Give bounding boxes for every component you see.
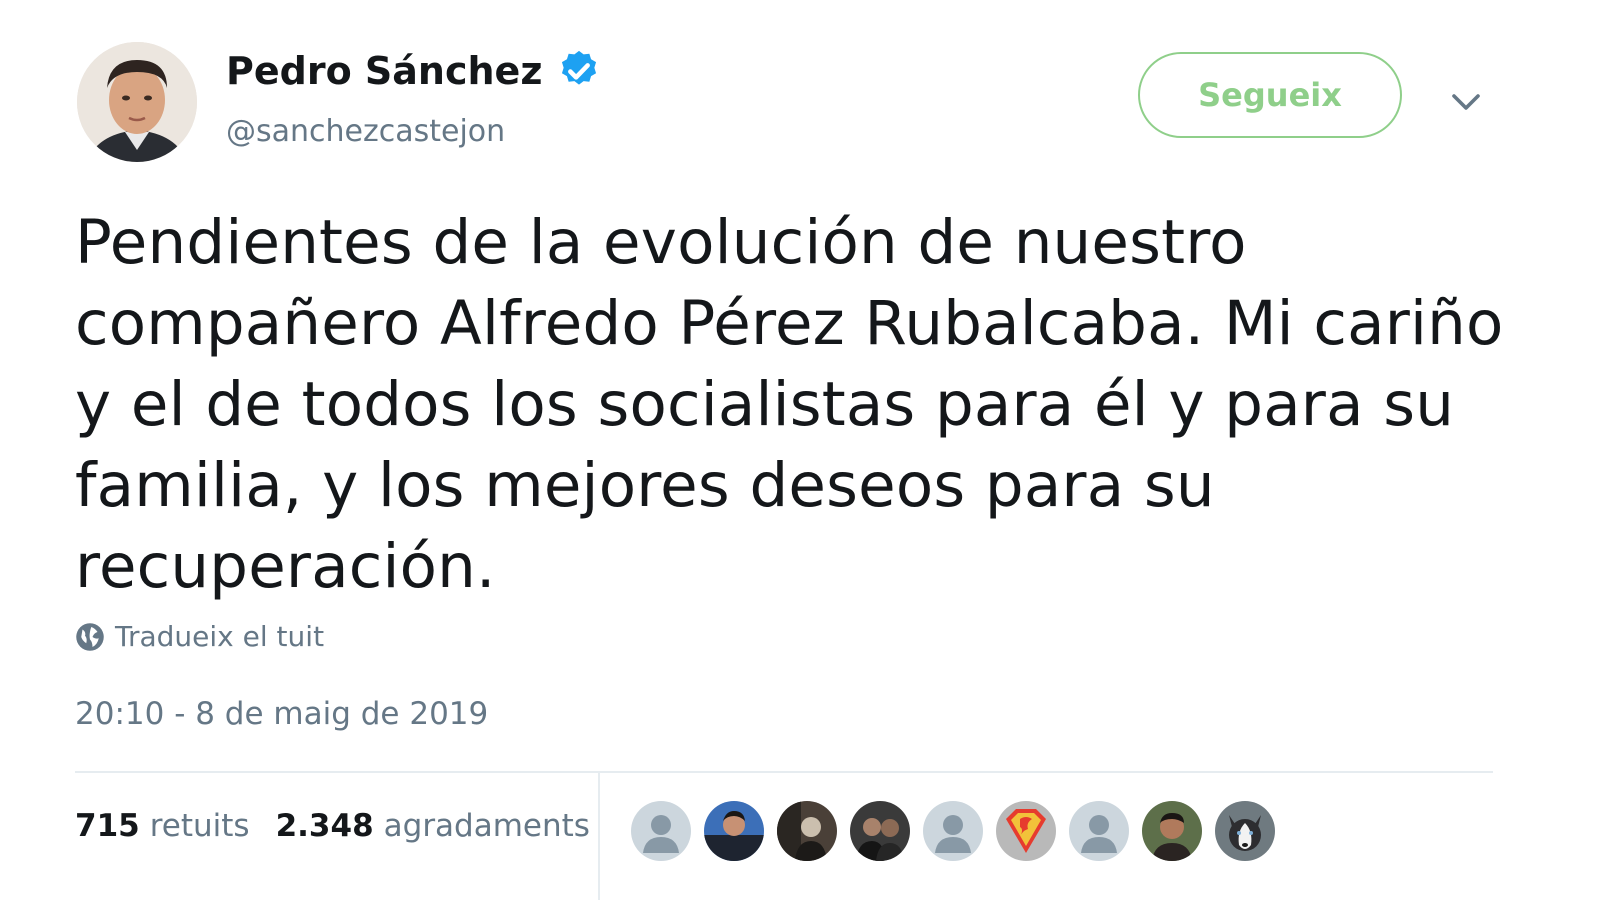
- tweet-card: Pedro Sánchez @sanchezcastejon Segueix P…: [0, 0, 1600, 900]
- default-avatar-icon: [923, 801, 983, 861]
- divider: [75, 771, 1493, 773]
- profile-photo-icon: [1142, 801, 1202, 861]
- likers-avatar-row: [631, 801, 1275, 861]
- liker-avatar[interactable]: [1215, 801, 1275, 861]
- retweets-label: retuits: [149, 808, 250, 844]
- author-avatar[interactable]: [77, 42, 197, 162]
- likes-label: agradaments: [383, 808, 590, 844]
- liker-avatar[interactable]: [996, 801, 1056, 861]
- liker-avatar[interactable]: [631, 801, 691, 861]
- verified-badge-icon: [562, 50, 597, 85]
- profile-photo-icon: [704, 801, 764, 861]
- liker-avatar[interactable]: [850, 801, 910, 861]
- liker-avatar[interactable]: [704, 801, 764, 861]
- chevron-down-icon[interactable]: [1448, 84, 1484, 120]
- superman-logo-icon: [996, 801, 1056, 861]
- default-avatar-icon: [1069, 801, 1129, 861]
- likes-stat[interactable]: 2.348 agradaments: [276, 808, 590, 844]
- profile-photo-icon: [850, 801, 910, 861]
- husky-dog-icon: [1215, 801, 1275, 861]
- tweet-text: Pendientes de la evolución de nuestro co…: [75, 207, 1504, 602]
- profile-photo-icon: [777, 801, 837, 861]
- liker-avatar[interactable]: [777, 801, 837, 861]
- author-name[interactable]: Pedro Sánchez: [226, 48, 602, 94]
- tweet-stats: 715 retuits 2.348 agradaments: [75, 808, 590, 844]
- stats-divider: [598, 773, 600, 900]
- liker-avatar[interactable]: [1142, 801, 1202, 861]
- tweet-timestamp[interactable]: 20:10 - 8 de maig de 2019: [75, 696, 488, 732]
- retweets-count: 715: [75, 808, 140, 844]
- retweets-stat[interactable]: 715 retuits: [75, 808, 250, 844]
- author-handle[interactable]: @sanchezcastejon: [226, 114, 505, 149]
- liker-avatar[interactable]: [923, 801, 983, 861]
- follow-button[interactable]: Segueix: [1138, 52, 1402, 138]
- default-avatar-icon: [631, 801, 691, 861]
- likes-count: 2.348: [275, 808, 374, 844]
- liker-avatar[interactable]: [1069, 801, 1129, 861]
- globe-icon: [76, 622, 104, 651]
- translate-tweet-label: Tradueix el tuit: [115, 620, 325, 653]
- translate-tweet-link[interactable]: Tradueix el tuit: [75, 620, 324, 653]
- author-name-text: Pedro Sánchez: [226, 49, 543, 93]
